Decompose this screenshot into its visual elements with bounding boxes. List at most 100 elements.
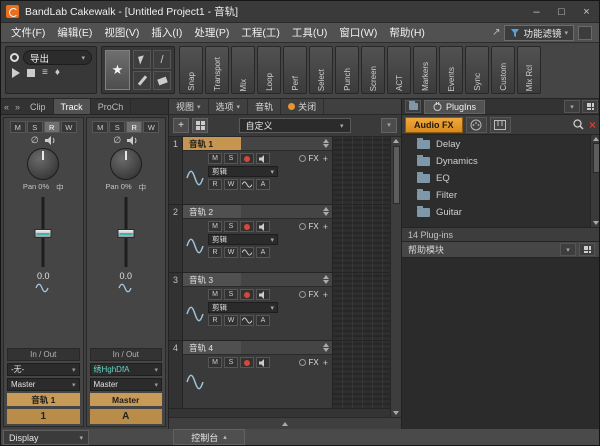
input-dropdown[interactable]: -无-▾ [7,363,80,376]
module-markers[interactable]: Markers [413,46,437,94]
mute-button[interactable]: M [208,357,222,368]
wave-preview-button[interactable] [240,179,254,190]
collapse-right-icon[interactable]: » [12,102,23,112]
wave-preview-button[interactable] [240,315,254,326]
tree-item-filter[interactable]: Filter [402,187,590,204]
scroll-up-icon[interactable] [393,139,399,143]
metronome-icon[interactable]: ♦ [55,68,60,78]
resize-handle[interactable] [323,139,329,148]
clips-lane[interactable] [333,137,390,204]
mute-button[interactable]: M [208,289,222,300]
fader-handle[interactable] [117,229,134,238]
smart-tool-button[interactable]: ★ [105,50,130,90]
clips-lane[interactable] [333,341,390,408]
module-custom[interactable]: Custom [491,46,515,94]
fx-bin[interactable]: FX [299,290,319,299]
module-select[interactable]: Select [309,46,333,94]
menu-process[interactable]: 处理(P) [188,25,235,40]
tree-item-eq[interactable]: EQ [402,170,590,187]
arm-button[interactable]: R [126,121,142,133]
midi-fx-button[interactable] [466,117,487,133]
module-act[interactable]: ACT [387,46,411,94]
tree-scrollbar[interactable] [590,135,600,227]
record-arm-button[interactable] [240,289,254,300]
minimize-button[interactable]: – [524,1,549,23]
solo-button[interactable]: S [224,289,238,300]
strip-name[interactable]: Master [90,393,163,406]
scrollbar-thumb[interactable] [593,143,600,173]
scroll-up-icon[interactable] [593,137,599,141]
track-row[interactable]: 4 音轨 4 M S [169,341,390,409]
clips-lane[interactable] [333,205,390,272]
options-menu[interactable]: 选项▾ [209,99,249,114]
module-screen[interactable]: Screen [361,46,385,94]
close-button[interactable]: × [574,1,599,23]
module-perf[interactable]: Perf [283,46,307,94]
tab-audio-fx[interactable]: Audio FX [405,117,463,133]
fx-bin[interactable]: FX [299,358,319,367]
stop-icon[interactable] [27,69,35,77]
select-tool-button[interactable] [133,50,151,69]
write-automation-button[interactable]: W [224,315,238,326]
menu-view[interactable]: 视图(V) [98,25,145,40]
track-manager-button[interactable] [192,118,208,133]
menu-project[interactable]: 工程(工) [235,25,286,40]
solo-button[interactable]: S [224,153,238,164]
read-automation-button[interactable]: R [208,179,222,190]
phase-icon[interactable]: ∅ [113,136,121,145]
resize-handle[interactable] [323,207,329,216]
erase-tool-button[interactable] [153,71,171,90]
track-row[interactable]: 2 音轨 2 M S [169,205,390,273]
track-name[interactable]: 音轨 1 [183,137,241,150]
output-dropdown[interactable]: Master▾ [7,378,80,391]
add-fx-button[interactable]: + [323,290,328,300]
close-view-button[interactable]: 关闭 [281,99,324,114]
export-dropdown[interactable]: 导出 ▾ [23,50,92,65]
fx-bin[interactable]: FX [299,154,319,163]
tab-track[interactable]: Track [54,99,91,114]
resize-handle[interactable] [323,343,329,352]
browser-dock-button[interactable]: ▾ [564,100,580,113]
loop-icon[interactable]: ≡ [42,68,48,78]
feature-filter-dropdown[interactable]: 功能滤镜 ▾ [504,25,574,41]
browser-options-button[interactable] [582,100,598,113]
track-row[interactable]: 3 音轨 3 M S [169,273,390,341]
solo-button[interactable]: S [27,121,43,133]
clear-search-icon[interactable]: × [589,118,596,132]
menu-tools[interactable]: 工具(U) [286,25,334,40]
input-echo-button[interactable] [256,289,270,300]
help-pin-button[interactable] [579,243,595,256]
pan-knob[interactable] [110,148,142,180]
scroll-down-icon[interactable] [593,221,599,225]
add-track-button[interactable]: + [173,118,189,133]
arm-button[interactable]: R [44,121,60,133]
menu-file[interactable]: 文件(F) [5,25,51,40]
module-snap[interactable]: Snap [179,46,203,94]
track-name[interactable]: 音轨 2 [183,205,241,218]
mute-button[interactable]: M [10,121,26,133]
record-arm-button[interactable] [240,221,254,232]
fader-handle[interactable] [35,229,52,238]
module-mix[interactable]: Mix [231,46,255,94]
read-automation-button[interactable]: R [208,247,222,258]
search-icon[interactable] [573,119,584,130]
play-icon[interactable] [12,68,20,78]
write-automation-button[interactable]: W [224,247,238,258]
clip-dropdown[interactable]: 剪辑▾ [208,166,278,177]
instruments-button[interactable] [490,117,511,133]
mute-button[interactable]: M [92,121,108,133]
input-echo-button[interactable] [256,221,270,232]
menu-help[interactable]: 帮助(H) [383,25,431,40]
add-fx-button[interactable]: + [323,358,328,368]
media-browser-button[interactable] [405,100,421,113]
collapse-left-icon[interactable]: « [1,102,12,112]
read-automation-button[interactable]: R [208,315,222,326]
pan-knob[interactable] [27,148,59,180]
record-icon[interactable] [10,53,19,62]
menu-insert[interactable]: 插入(I) [145,25,188,40]
output-dropdown[interactable]: Master▾ [90,378,163,391]
input-echo-button[interactable] [256,153,270,164]
phase-icon[interactable]: ∅ [31,136,39,145]
input-echo-button[interactable] [256,357,270,368]
tab-clip[interactable]: Clip [23,99,54,114]
